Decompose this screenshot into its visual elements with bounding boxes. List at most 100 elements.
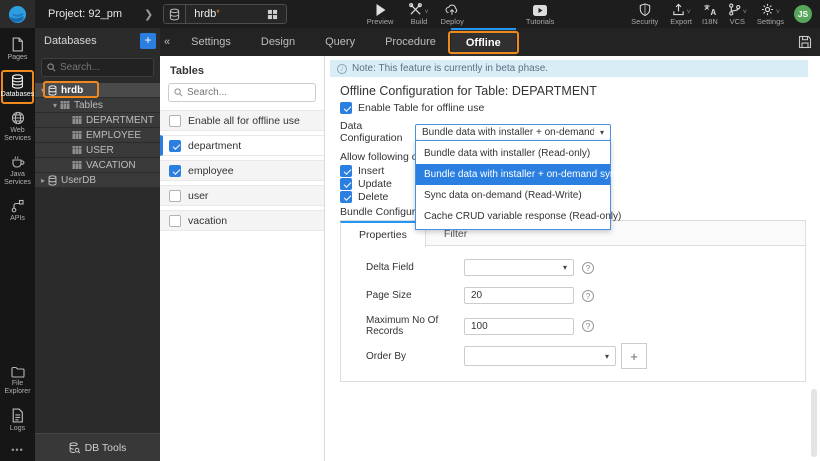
build-button[interactable]: ˅ Build <box>409 0 429 28</box>
user-checkbox[interactable] <box>169 189 181 202</box>
tables-search[interactable] <box>168 83 316 102</box>
tutorials-video-icon <box>533 3 548 16</box>
help-icon[interactable]: ? <box>582 289 594 302</box>
table-row-department[interactable]: department <box>160 135 324 156</box>
logs-icon <box>11 408 24 423</box>
caret-down-icon: ˅ <box>686 8 691 16</box>
breadcrumb-chevron-icon: ❯ <box>143 8 154 21</box>
table-icon <box>72 130 82 140</box>
tab-settings[interactable]: Settings <box>176 28 246 56</box>
table-icon <box>72 115 82 125</box>
sidebar-item-file-explorer[interactable]: File Explorer <box>1 362 34 401</box>
insert-row[interactable]: Insert <box>340 165 384 177</box>
tree-collapsed-icon[interactable]: ▸ <box>38 176 48 185</box>
tab-design[interactable]: Design <box>246 28 310 56</box>
dropdown-option[interactable]: Cache CRUD variable response (Read-only) <box>416 206 621 227</box>
db-tools-button[interactable]: DB Tools <box>35 433 160 461</box>
table-row-user[interactable]: user <box>160 185 324 206</box>
security-button[interactable]: Security <box>631 0 658 28</box>
page-size-label: Page Size <box>366 290 412 301</box>
department-checkbox[interactable] <box>169 139 181 152</box>
table-icon <box>60 100 70 110</box>
grid-view-icon[interactable] <box>260 5 286 23</box>
tab-procedure[interactable]: Procedure <box>370 28 451 56</box>
tutorials-button[interactable]: Tutorials <box>526 0 554 28</box>
delete-row[interactable]: Delete <box>340 191 388 203</box>
database-tree: ▾ hrdb ▾ Tables DEPARTMENT EMPLOYEE USER <box>35 81 160 188</box>
db-selector-name: hrdb* <box>194 8 220 20</box>
tree-node-table[interactable]: EMPLOYEE <box>35 128 160 143</box>
data-configuration-select[interactable]: Bundle data with installer + on-demand s… <box>415 123 611 141</box>
vcs-button[interactable]: ˅ VCS <box>728 0 747 28</box>
data-configuration-dropdown: Bundle data with installer (Read-only) B… <box>415 140 680 230</box>
table-icon <box>72 160 82 170</box>
tree-node-table[interactable]: DEPARTMENT <box>35 113 160 128</box>
sidebar-item-databases[interactable]: Databases <box>1 70 34 105</box>
dropdown-option[interactable]: Sync data on-demand (Read-Write) <box>416 185 610 206</box>
help-icon[interactable]: ? <box>582 320 594 332</box>
tree-node-table[interactable]: USER <box>35 143 160 158</box>
deploy-button[interactable]: Deploy <box>441 0 464 28</box>
app-logo[interactable] <box>0 0 35 28</box>
max-records-input[interactable] <box>464 317 574 335</box>
enable-table-row[interactable]: Enable Table for offline use <box>340 102 484 114</box>
delta-field-select[interactable]: ▾ <box>464 259 574 276</box>
vacation-checkbox[interactable] <box>169 214 181 227</box>
db-tools-icon <box>69 441 80 454</box>
dropdown-option[interactable]: Bundle data with installer (Read-only) <box>416 143 610 164</box>
order-by-label: Order By <box>366 350 407 362</box>
help-icon[interactable]: ? <box>582 261 594 274</box>
tree-node-hrdb[interactable]: ▾ hrdb <box>35 81 160 98</box>
user-avatar[interactable]: JS <box>794 5 812 23</box>
max-records-row: Maximum No Of Records ? <box>366 315 594 337</box>
tree-expand-icon[interactable]: ▾ <box>50 101 60 110</box>
tree-node-userdb[interactable]: ▸ UserDB <box>35 173 160 188</box>
build-tools-icon <box>409 2 423 16</box>
export-button[interactable]: ˅ Export <box>670 0 692 28</box>
database-icon <box>164 5 187 23</box>
table-row-vacation[interactable]: vacation <box>160 210 324 231</box>
dropdown-option-selected[interactable]: Bundle data with installer + on-demand s… <box>416 164 680 185</box>
update-checkbox[interactable] <box>340 178 352 190</box>
tree-node-tables[interactable]: ▾ Tables <box>35 98 160 113</box>
vertical-scrollbar[interactable] <box>811 389 817 457</box>
db-selector[interactable]: hrdb* <box>163 4 287 24</box>
table-row-employee[interactable]: employee <box>160 160 324 181</box>
enable-all-row[interactable]: Enable all for offline use <box>160 110 324 131</box>
insert-checkbox[interactable] <box>340 165 352 177</box>
update-row[interactable]: Update <box>340 178 392 190</box>
more-options-icon[interactable]: ••• <box>11 445 23 455</box>
enable-all-checkbox[interactable] <box>169 114 181 127</box>
tree-node-table[interactable]: VACATION <box>35 158 160 173</box>
page-size-input[interactable] <box>464 287 574 304</box>
delta-field-row: Delta Field ▾ ? <box>366 259 594 276</box>
sidebar-item-pages[interactable]: Pages <box>1 33 34 67</box>
sidebar-item-apis[interactable]: APIs <box>1 195 34 228</box>
preview-button[interactable]: Preview <box>367 0 393 28</box>
settings-button[interactable]: ˅ Settings <box>757 0 784 28</box>
sidebar-item-web-services[interactable]: Web Services <box>1 107 34 148</box>
employee-checkbox[interactable] <box>169 164 181 177</box>
tab-properties[interactable]: Properties <box>340 221 426 247</box>
sidebar-item-java-services[interactable]: Java Services <box>1 151 34 192</box>
select-caret-icon: ▾ <box>562 263 567 272</box>
sidebar-item-logs[interactable]: Logs <box>1 404 34 438</box>
beta-note-banner: i Note: This feature is currently in bet… <box>330 60 808 77</box>
tab-offline[interactable]: Offline <box>447 28 519 56</box>
modified-marker: * <box>216 8 220 18</box>
add-database-button[interactable]: + <box>140 33 156 49</box>
order-by-add-button[interactable]: + <box>621 343 647 369</box>
order-by-select[interactable]: ▾ <box>464 346 616 366</box>
database-search-input[interactable] <box>60 62 150 73</box>
tab-query[interactable]: Query <box>310 28 370 56</box>
save-button[interactable] <box>798 35 812 49</box>
i18n-button[interactable]: A I18N <box>702 0 718 28</box>
databases-icon <box>11 74 24 89</box>
java-services-cup-icon <box>11 155 25 169</box>
tables-search-input[interactable] <box>187 87 297 98</box>
enable-table-checkbox[interactable] <box>340 102 352 114</box>
database-search[interactable] <box>41 58 154 77</box>
delete-checkbox[interactable] <box>340 191 352 203</box>
collapse-panel-button[interactable]: « <box>160 36 176 48</box>
tree-expand-icon[interactable]: ▾ <box>38 86 48 95</box>
